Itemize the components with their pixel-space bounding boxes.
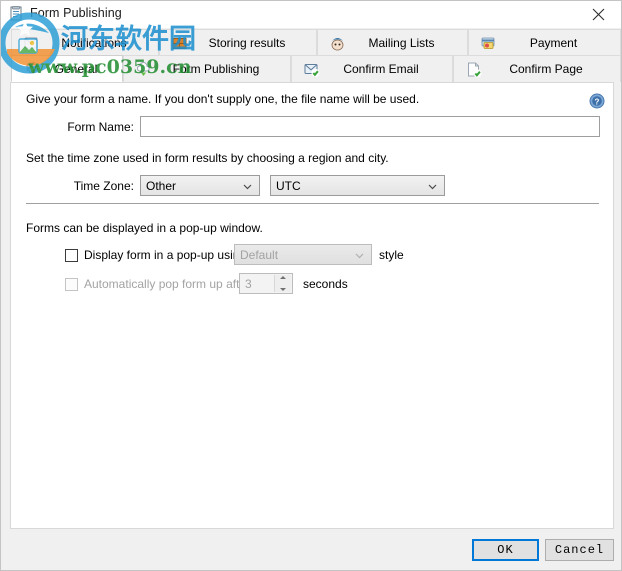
tab-mailing-lists[interactable]: Mailing Lists xyxy=(317,29,468,56)
stepper-buttons[interactable] xyxy=(274,275,291,292)
general-tab-panel: Give your form a name. If you don't supp… xyxy=(10,82,614,529)
chevron-down-icon xyxy=(428,179,437,193)
credit-card-icon xyxy=(479,34,498,53)
time-zone-city-value: UTC xyxy=(276,178,301,193)
time-zone-region-select[interactable]: Other xyxy=(140,175,260,196)
ok-button[interactable]: OK xyxy=(472,539,539,561)
chevron-down-icon xyxy=(280,288,286,291)
time-zone-label: Time Zone: xyxy=(73,179,134,193)
popup-style-select[interactable]: Default xyxy=(234,244,372,265)
tab-notifications[interactable]: Notifications xyxy=(11,29,159,56)
gear-icon xyxy=(22,60,41,79)
help-question-icon[interactable]: ? xyxy=(589,93,605,109)
tab-strip: Notifications Storing results Mailing Li… xyxy=(2,28,621,83)
time-zone-region-value: Other xyxy=(146,178,177,193)
section-divider xyxy=(26,203,599,204)
form-name-description: Give your form a name. If you don't supp… xyxy=(26,92,420,106)
popup-display-checkbox-row: Display form in a pop-up using xyxy=(65,248,246,262)
tab-row-top: Notifications Storing results Mailing Li… xyxy=(2,29,621,56)
chevron-down-icon xyxy=(355,248,364,262)
tab-general[interactable]: General xyxy=(11,55,123,82)
title-bar: Form Publishing xyxy=(1,1,621,28)
page-check-icon xyxy=(464,60,483,79)
chevron-down-icon xyxy=(243,179,252,193)
close-icon[interactable] xyxy=(576,1,621,28)
time-zone-description: Set the time zone used in form results b… xyxy=(26,151,389,165)
cloud-upload-icon xyxy=(134,60,153,79)
auto-popup-suffix: seconds xyxy=(303,277,348,291)
email-check-icon xyxy=(302,60,321,79)
tab-form-publishing[interactable]: Form Publishing xyxy=(123,55,291,82)
database-box-icon xyxy=(170,34,189,53)
auto-popup-seconds-stepper[interactable]: 3 xyxy=(239,273,293,294)
popup-display-label: Display form in a pop-up using xyxy=(84,248,247,262)
time-zone-city-select[interactable]: UTC xyxy=(270,175,445,196)
auto-popup-seconds-value: 3 xyxy=(245,276,252,291)
popup-style-suffix: style xyxy=(379,248,404,262)
tab-confirm-page[interactable]: Confirm Page xyxy=(453,55,621,82)
window-title: Form Publishing xyxy=(30,6,122,20)
chevron-up-icon xyxy=(280,276,286,279)
dialog-footer: OK Cancel xyxy=(2,530,621,570)
tab-payment[interactable]: Payment xyxy=(468,29,621,56)
popup-style-value: Default xyxy=(240,247,279,262)
popup-display-checkbox[interactable] xyxy=(65,248,78,262)
auto-popup-label: Automatically pop form up after xyxy=(84,277,251,291)
cancel-button[interactable]: Cancel xyxy=(545,539,614,561)
mailchimp-monkey-icon xyxy=(328,34,347,53)
form-name-input[interactable] xyxy=(140,116,600,137)
svg-text:?: ? xyxy=(595,97,600,106)
form-document-icon xyxy=(9,6,25,22)
popup-description: Forms can be displayed in a pop-up windo… xyxy=(26,221,263,235)
bell-notification-icon xyxy=(22,34,41,53)
form-publishing-dialog: Form Publishing Notifications Storing re… xyxy=(0,0,622,571)
tab-confirm-email[interactable]: Confirm Email xyxy=(291,55,453,82)
tab-storing-results[interactable]: Storing results xyxy=(159,29,317,56)
auto-popup-checkbox[interactable] xyxy=(65,277,78,291)
auto-popup-checkbox-row: Automatically pop form up after xyxy=(65,277,250,291)
form-name-label: Form Name: xyxy=(67,120,134,134)
tab-row-bottom: General Form Publishing Confirm Email Co… xyxy=(2,55,621,82)
